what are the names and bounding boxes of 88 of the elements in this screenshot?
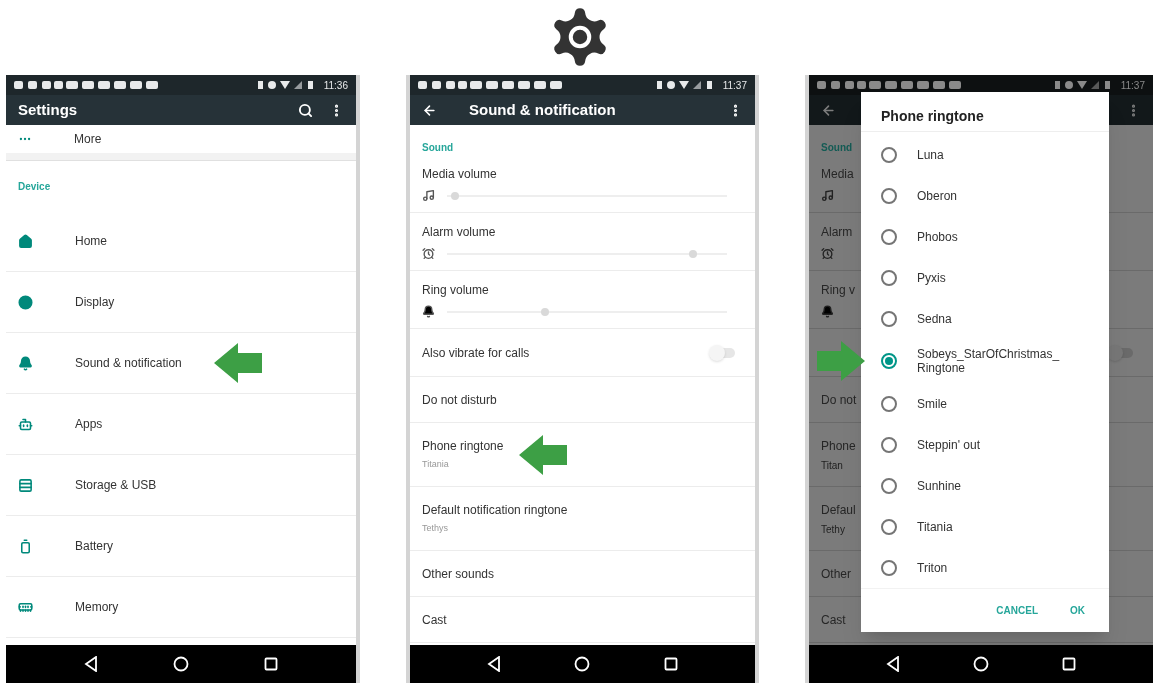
section-header: Sound [821, 141, 853, 155]
clock-time: 11:37 [722, 78, 747, 93]
setting-label[interactable]: Phone ringtone [422, 437, 504, 456]
radio-button[interactable] [881, 436, 897, 453]
setting-label: Media volume [422, 166, 497, 183]
setting-label: Also vibrate for calls [422, 344, 530, 362]
ringtone-option[interactable]: Sunhine [861, 465, 1109, 506]
settings-item[interactable]: Display [75, 293, 115, 311]
setting-summary: Tethys [422, 522, 448, 536]
setting-label[interactable]: Do not [821, 390, 857, 409]
setting-label: Alarm volume [422, 224, 496, 241]
section-header: Sound [422, 141, 454, 155]
ringtone-option[interactable]: Sobeys_StarOfChristmas_ Ringtone [861, 339, 1109, 383]
ringtone-option[interactable]: Sedna [861, 298, 1109, 339]
alarm-clock-icon [422, 247, 435, 260]
setting-label: Ring v [821, 282, 855, 299]
setting-label[interactable]: Cast [821, 610, 846, 629]
setting-label: Media [821, 166, 854, 183]
section-header: Device [18, 179, 51, 194]
ringtone-option[interactable]: Smile [861, 383, 1109, 424]
dialog-title: Phone ringtone [881, 107, 984, 126]
settings-item[interactable]: Memory [75, 598, 119, 616]
radio-button[interactable] [881, 187, 897, 204]
screen-title: Settings [18, 99, 78, 120]
back-triangle-icon[interactable] [885, 656, 900, 672]
ringtone-option[interactable]: Triton [861, 547, 1109, 588]
recents-square-icon[interactable] [664, 657, 679, 671]
rows-icon [18, 477, 33, 493]
setting-label[interactable]: Default notification ringtone [422, 501, 568, 520]
bell-icon [18, 355, 33, 371]
settings-item[interactable]: Storage & USB [75, 476, 157, 494]
setting-label[interactable]: Other [821, 564, 851, 583]
setting-label[interactable]: Other sounds [422, 564, 495, 583]
setting-label[interactable]: Defaul [821, 500, 856, 519]
ringtone-option[interactable]: Titania [861, 506, 1109, 547]
slider-thumb[interactable] [451, 191, 460, 200]
ringtone-option[interactable]: Pyxis [861, 257, 1109, 298]
recents-square-icon[interactable] [264, 657, 279, 671]
settings-item[interactable]: Battery [75, 537, 113, 555]
house-icon [18, 233, 33, 249]
bell-icon [821, 305, 834, 318]
radio-button[interactable] [881, 269, 897, 286]
setting-label[interactable]: Do not disturb [422, 390, 497, 409]
setting-label[interactable]: Cast [422, 610, 447, 629]
radio-button[interactable] [881, 395, 897, 412]
back-triangle-icon[interactable] [486, 656, 501, 672]
slider-thumb[interactable] [689, 249, 698, 258]
radio-button[interactable] [881, 477, 897, 494]
search-icon[interactable] [298, 102, 313, 118]
bell-icon [422, 305, 435, 318]
music-note-icon [821, 189, 834, 202]
setting-label: Ring volume [422, 282, 489, 299]
radio-button[interactable] [881, 310, 897, 327]
ringtone-option[interactable]: Steppin' out [861, 424, 1109, 465]
screen-title: Sound & notification [469, 99, 616, 120]
ringtone-option[interactable]: Oberon [861, 175, 1109, 216]
alarm-clock-icon [821, 247, 834, 260]
pointer-arrow [817, 341, 865, 381]
home-circle-icon[interactable] [574, 656, 591, 672]
robot-icon [18, 416, 33, 432]
radio-button[interactable] [881, 559, 897, 576]
back-triangle-icon[interactable] [83, 656, 98, 672]
settings-item[interactable]: Home [75, 232, 107, 250]
setting-summary: Titan [821, 458, 843, 473]
home-circle-icon[interactable] [173, 656, 189, 672]
recents-square-icon[interactable] [1062, 657, 1077, 671]
slider-thumb[interactable] [541, 307, 549, 316]
clock-time: 11:37 [1120, 78, 1145, 93]
radio-button[interactable] [881, 353, 897, 369]
ringtone-option[interactable]: Luna [861, 134, 1109, 175]
settings-item[interactable]: More [6, 125, 356, 153]
setting-summary: Titania [422, 458, 449, 472]
setting-label[interactable]: Phone [821, 436, 856, 455]
home-circle-icon[interactable] [973, 656, 989, 672]
settings-item[interactable]: Sound & notification [75, 354, 182, 372]
battery-icon [18, 538, 33, 554]
radio-button[interactable] [881, 146, 897, 163]
setting-summary: Tethy [821, 522, 845, 537]
music-note-icon [422, 189, 435, 202]
ringtone-option[interactable]: Phobos [861, 216, 1109, 257]
pointer-arrow [519, 434, 568, 475]
toggle-switch[interactable] [711, 347, 735, 358]
radio-button[interactable] [881, 518, 897, 535]
radio-button[interactable] [881, 228, 897, 245]
clock-time: 11:36 [323, 78, 348, 93]
pointer-arrow [213, 343, 262, 383]
setting-label: Alarm [821, 224, 853, 241]
settings-item[interactable]: Apps [75, 415, 103, 433]
